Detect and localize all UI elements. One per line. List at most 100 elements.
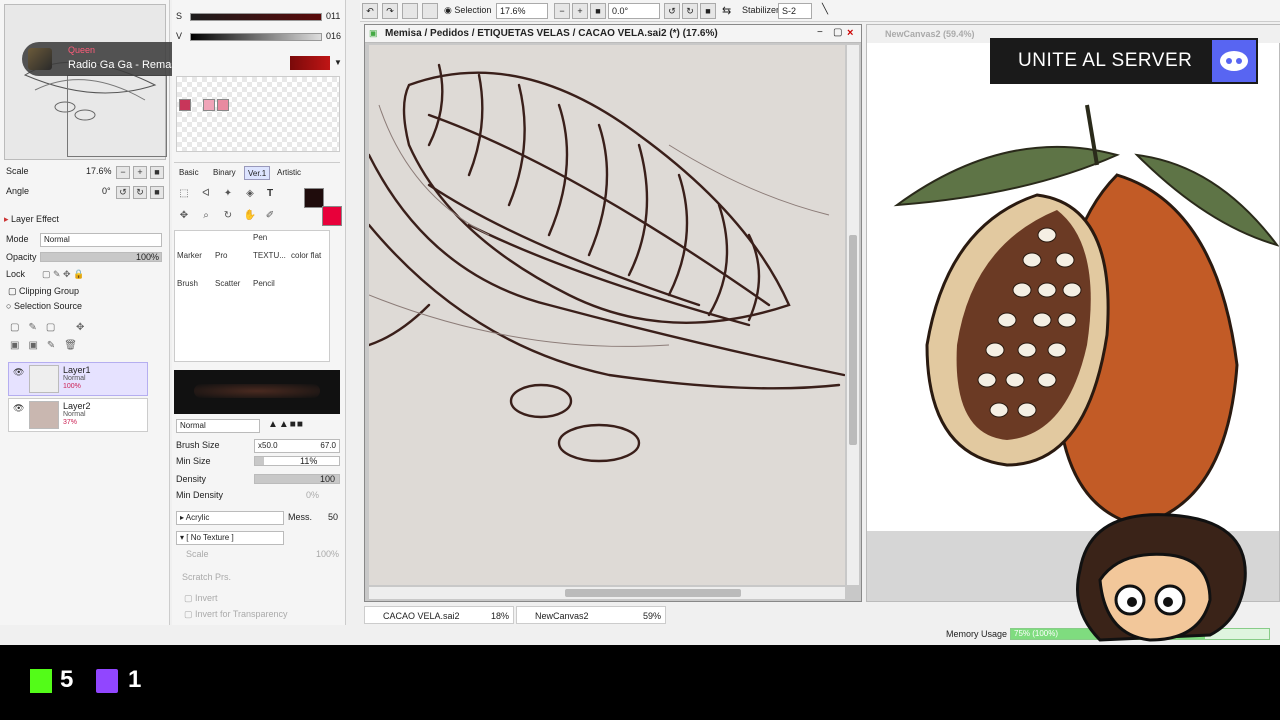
swatch-item[interactable] — [203, 99, 215, 111]
eyedropper-icon[interactable]: ✐ — [262, 208, 278, 224]
layer-effect-header[interactable]: ▸ Layer Effect — [4, 211, 166, 227]
scroll-thumb[interactable] — [565, 589, 741, 597]
angle-select[interactable]: 0.0° — [608, 3, 660, 19]
redo-icon[interactable]: ↷ — [382, 3, 398, 19]
rotate-reset-button[interactable]: ■ — [150, 186, 164, 199]
clipping-group-checkbox[interactable]: ▢ Clipping Group — [8, 283, 79, 299]
blend-select[interactable]: Normal — [176, 419, 260, 433]
scroll-thumb[interactable] — [849, 235, 857, 445]
rotate-cw-icon[interactable]: ↻ — [682, 3, 698, 19]
fill-icon[interactable]: ◈ — [242, 186, 258, 202]
doc-tab-cacao[interactable]: CACAO VELA.sai2 18% — [364, 606, 514, 624]
invert-transparency-checkbox[interactable]: ▢ Invert for Transparency — [184, 606, 288, 622]
server-text: UNITE AL SERVER — [1018, 50, 1193, 71]
undo-icon[interactable]: ↶ — [362, 3, 378, 19]
tool-tab-binary[interactable]: Binary — [210, 166, 239, 180]
rotate-ccw-icon[interactable]: ↺ — [664, 3, 680, 19]
flip-icon[interactable]: ⇆ — [722, 4, 731, 17]
navigator-view-frame[interactable] — [67, 75, 167, 157]
zoom-select[interactable]: 17.6% — [496, 3, 548, 19]
zoom-reset-button[interactable]: ■ — [150, 166, 164, 179]
brush-brush[interactable]: Brush — [177, 279, 213, 307]
hand-icon[interactable]: ✋ — [242, 208, 258, 224]
navigator-preview[interactable] — [4, 4, 167, 160]
min-size-slider[interactable] — [254, 456, 340, 466]
zoom-minus-icon[interactable]: − — [554, 3, 570, 19]
brush-pro[interactable]: Pro — [215, 251, 251, 279]
brush-grid: Pen Marker Pro TEXTU... color flat Brush… — [174, 230, 330, 362]
rotate-right-button[interactable]: ↻ — [133, 186, 147, 199]
drawing-canvas[interactable] — [369, 45, 845, 585]
swatch-item[interactable] — [217, 99, 229, 111]
horizontal-scrollbar[interactable] — [369, 587, 845, 599]
rotate-left-button[interactable]: ↺ — [116, 186, 130, 199]
layer-item-layer1[interactable]: 👁 Layer1 Normal 100% — [8, 362, 148, 396]
selection-toggle[interactable]: ◉ Selection — [444, 5, 491, 16]
mess-value: 50 — [328, 512, 339, 522]
rotate-reset-icon[interactable]: ■ — [700, 3, 716, 19]
eye-icon[interactable]: 👁 — [13, 403, 24, 414]
stabilizer-select[interactable]: S-2 — [778, 3, 812, 19]
saturation-row[interactable]: S 011 — [176, 10, 342, 24]
zoom-out-button[interactable]: − — [116, 166, 130, 179]
memory-value: 75% (100%) — [1014, 629, 1059, 638]
scale-value-2: 100% — [316, 549, 340, 559]
zoom-fit-icon[interactable]: ■ — [590, 3, 606, 19]
invert-checkbox[interactable]: ▢ Invert — [184, 590, 218, 606]
doc-tab-newcanvas2[interactable]: NewCanvas2 59% — [516, 606, 666, 624]
invert-label: Invert — [195, 593, 218, 603]
brush-scatter[interactable]: Scatter — [215, 279, 251, 307]
layer-buttons-row-2[interactable]: ▣▣✎🗑 — [10, 340, 86, 351]
swatch-palette[interactable] — [176, 76, 340, 152]
magic-wand-icon[interactable]: ✦ — [220, 186, 236, 202]
swatch-strip[interactable] — [290, 56, 330, 70]
zoom-in-button[interactable]: + — [133, 166, 147, 179]
zoom-icon[interactable]: ⌕ — [198, 208, 214, 224]
primary-color-swatch[interactable] — [304, 188, 324, 208]
minimize-icon[interactable]: − — [817, 27, 823, 38]
brush-marker[interactable]: Marker — [177, 251, 213, 279]
selection-source-radio[interactable]: ○ Selection Source — [6, 298, 82, 314]
tool-tab-basic[interactable]: Basic — [176, 166, 202, 180]
doc-tab-name: NewCanvas2 — [535, 611, 589, 621]
invert-selection-icon[interactable] — [422, 3, 438, 19]
value-row[interactable]: V 016 — [176, 30, 342, 44]
vertical-scrollbar[interactable] — [847, 45, 859, 585]
blend-mode-select[interactable]: Normal — [40, 233, 162, 247]
selection-source-label: Selection Source — [13, 301, 82, 311]
secondary-color-swatch[interactable] — [322, 206, 342, 226]
stabilizer-label: Stabilizer — [742, 5, 780, 15]
texture-type-select[interactable]: ▸ Acrylic — [176, 511, 284, 525]
album-art — [28, 48, 52, 70]
tool-tab-ver1[interactable]: Ver.1 — [244, 166, 271, 180]
texture-select[interactable]: ▾ [ No Texture ] — [176, 531, 284, 545]
density-label: Density — [176, 474, 207, 484]
layer-item-layer2[interactable]: 👁 Layer2 Normal 37% — [8, 398, 148, 432]
value-slider[interactable] — [190, 33, 322, 41]
layer-mode: Normal — [63, 375, 86, 382]
brush-shape-buttons[interactable]: ▲▲■■ — [268, 419, 304, 430]
tool-tab-artistic[interactable]: Artistic — [274, 166, 304, 180]
eye-icon[interactable]: 👁 — [13, 367, 24, 378]
text-icon[interactable]: T — [262, 186, 278, 202]
brush-texture[interactable]: TEXTU... — [253, 251, 289, 279]
move-icon[interactable]: ✥ — [176, 208, 192, 224]
zoom-plus-icon[interactable]: + — [572, 3, 588, 19]
discord-icon — [1212, 40, 1256, 82]
brush-color-flat[interactable]: color flat — [291, 251, 327, 279]
rotate-icon[interactable]: ↻ — [220, 208, 236, 224]
lasso-icon[interactable]: ᐊ — [198, 186, 214, 202]
select-rect-icon[interactable]: ⬚ — [176, 186, 192, 202]
saturation-slider[interactable] — [190, 13, 322, 21]
deselect-icon[interactable] — [402, 3, 418, 19]
lock-icons[interactable]: ▢ ✎ ✥ 🔒 — [42, 269, 84, 280]
swatch-item[interactable] — [179, 99, 191, 111]
brush-pencil[interactable]: Pencil — [253, 279, 289, 307]
brush-size-field[interactable]: x50.0 67.0 — [254, 439, 340, 453]
chevron-down-icon[interactable]: ▼ — [334, 58, 342, 67]
layer-buttons-row-1[interactable]: ▢✎▢ ✥ — [10, 322, 93, 333]
maximize-icon[interactable]: ▢ — [833, 27, 842, 38]
close-icon[interactable]: × — [847, 27, 853, 39]
layer-thumbnail — [29, 401, 59, 429]
pressure-icon[interactable]: ╲ — [822, 4, 828, 15]
